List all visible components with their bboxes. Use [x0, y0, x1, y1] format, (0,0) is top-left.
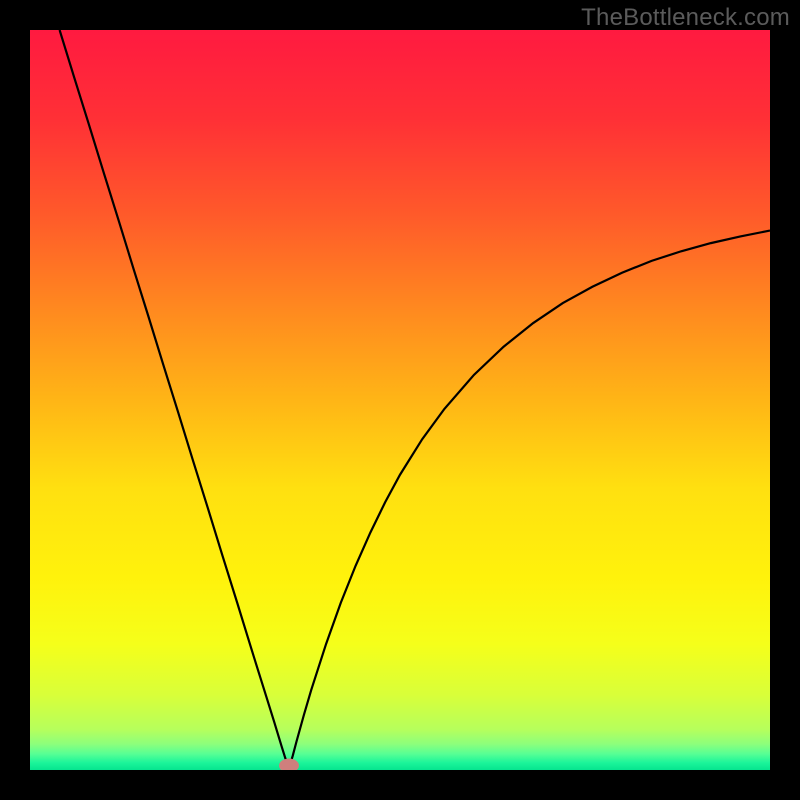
- optimal-marker: [279, 759, 299, 770]
- watermark-text: TheBottleneck.com: [581, 4, 790, 32]
- bottleneck-curve: [60, 30, 770, 768]
- chart-frame: TheBottleneck.com: [0, 0, 800, 800]
- curve-layer: [30, 30, 770, 770]
